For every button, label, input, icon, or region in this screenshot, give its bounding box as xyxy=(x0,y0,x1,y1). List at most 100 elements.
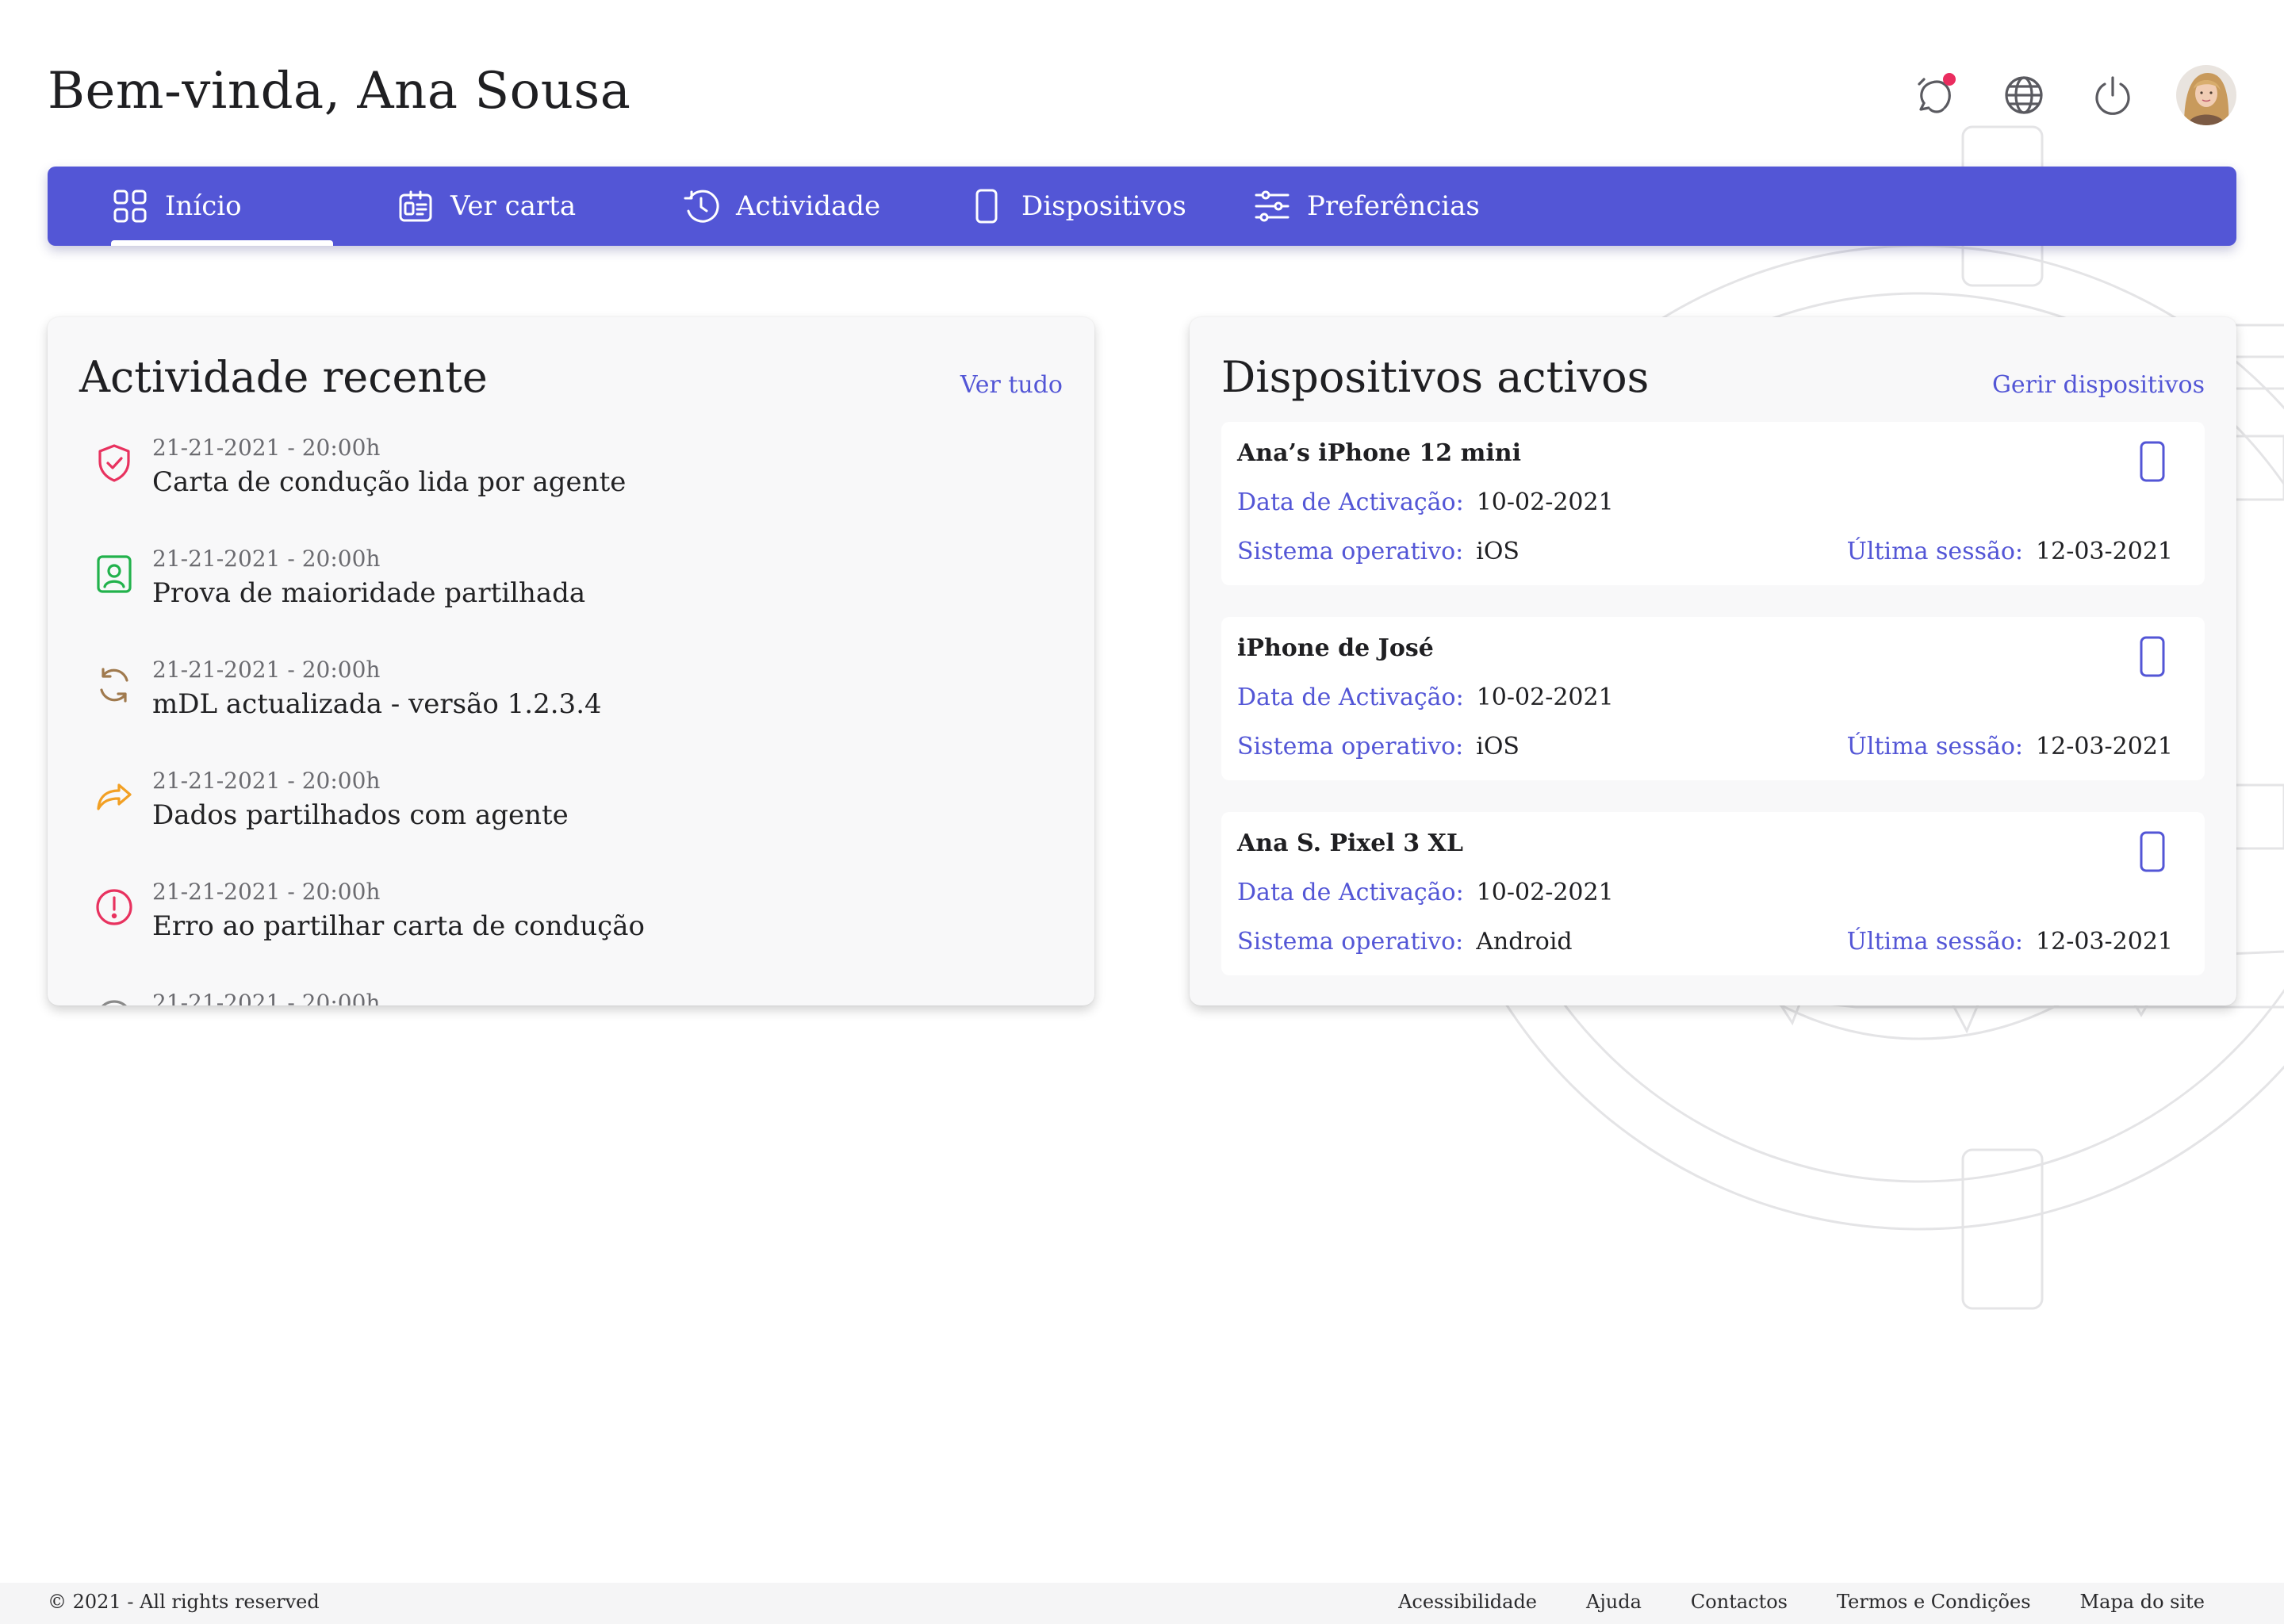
smartphone-icon xyxy=(2132,439,2173,484)
last-session-row: Última sessão: 12-03-2021 xyxy=(1847,733,2173,760)
history-icon xyxy=(684,190,719,223)
active-tab-indicator xyxy=(111,240,333,246)
device-card[interactable]: iPhone de José Data de Activação: 10-02-2… xyxy=(1221,617,2205,780)
alert-circle-icon xyxy=(92,885,136,929)
activity-text: mDL actualizada - versão 1.2.3.4 xyxy=(152,688,602,720)
activity-date: 21-21-2021 - 20:00h xyxy=(152,879,381,905)
notification-badge xyxy=(1943,73,1956,86)
activation-row: Data de Activação: 10-02-2021 xyxy=(1237,879,1614,906)
activity-text: Prova de maioridade partilhada xyxy=(152,577,586,609)
device-card[interactable]: Ana’s iPhone 12 mini Data de Activação: 1… xyxy=(1221,422,2205,585)
footer-links: Acessibilidade Ajuda Contactos Termos e … xyxy=(1398,1591,2205,1613)
avatar-image xyxy=(2176,65,2236,125)
avatar[interactable] xyxy=(2176,65,2236,125)
device-list: Ana’s iPhone 12 mini Data de Activação: 1… xyxy=(1221,422,2205,1005)
smartphone-icon xyxy=(2132,829,2173,874)
tab-inicio[interactable]: Início xyxy=(111,167,397,246)
smartphone-icon xyxy=(2132,634,2173,679)
os-row: Sistema operativo: Android xyxy=(1237,928,1573,956)
generic-icon xyxy=(92,996,136,1005)
device-name: iPhone de José xyxy=(1237,634,1434,662)
activation-row: Data de Activação: 10-02-2021 xyxy=(1237,684,1614,711)
grid-icon xyxy=(113,190,147,223)
os-row: Sistema operativo: iOS xyxy=(1237,733,1519,760)
device-name: Ana S. Pixel 3 XL xyxy=(1237,829,1463,857)
footer-link-terms[interactable]: Termos e Condições xyxy=(1837,1591,2031,1613)
os-label: Sistema operativo: xyxy=(1237,928,1464,956)
activation-label: Data de Activação: xyxy=(1237,488,1464,516)
manage-devices-link[interactable]: Gerir dispositivos xyxy=(1992,371,2205,399)
see-all-link[interactable]: Ver tudo xyxy=(960,371,1063,399)
activity-date: 21-21-2021 - 20:00h xyxy=(152,435,381,461)
activation-value: 10-02-2021 xyxy=(1476,879,1614,906)
device-card[interactable]: Ana S. Pixel 3 XL Data de Activação: 10-0… xyxy=(1221,812,2205,975)
activity-item[interactable]: 21-21-2021 - 20:00h mDL actualizada - ve… xyxy=(79,657,1063,768)
activation-row: Data de Activação: 10-02-2021 xyxy=(1237,488,1614,516)
activation-value: 10-02-2021 xyxy=(1476,488,1614,516)
activation-value: 10-02-2021 xyxy=(1476,684,1614,711)
activity-date: 21-21-2021 - 20:00h xyxy=(152,768,381,794)
copyright-text: © 2021 - All rights reserved xyxy=(48,1591,320,1613)
activity-item[interactable]: 21-21-2021 - 20:00h Erro ao partilhar ca… xyxy=(79,879,1063,990)
sliders-icon xyxy=(1255,190,1290,222)
activity-text: Erro ao partilhar carta de condução xyxy=(152,910,645,942)
activity-item[interactable]: 21-21-2021 - 20:00h Dados partilhados co… xyxy=(79,768,1063,879)
main-navigation: Início Ver carta Actividade Dispositivos xyxy=(48,167,2236,246)
header-actions xyxy=(1910,56,2236,135)
language-button[interactable] xyxy=(1998,70,2049,121)
last-session-value: 12-03-2021 xyxy=(2036,928,2173,956)
refresh-icon xyxy=(92,663,136,707)
activity-item[interactable]: 21-21-2021 - 20:00h Prova de maioridade … xyxy=(79,546,1063,657)
activity-text: Carta de condução lida por agente xyxy=(152,466,627,498)
os-value: iOS xyxy=(1476,538,1519,565)
activity-date: 21-21-2021 - 20:00h xyxy=(152,546,381,572)
notification-button[interactable] xyxy=(1910,70,1960,121)
footer-link-sitemap[interactable]: Mapa do site xyxy=(2080,1591,2205,1613)
last-session-label: Última sessão: xyxy=(1846,733,2024,760)
last-session-label: Última sessão: xyxy=(1846,928,2024,956)
tab-inicio-label: Início xyxy=(165,190,242,222)
page-title: Bem-vinda, Ana Sousa xyxy=(48,62,631,121)
last-session-label: Última sessão: xyxy=(1846,538,2024,565)
os-value: Android xyxy=(1476,928,1573,956)
activation-label: Data de Activação: xyxy=(1237,684,1464,711)
power-icon xyxy=(2095,76,2130,115)
activity-date: 21-21-2021 - 20:00h xyxy=(152,657,381,683)
last-session-row: Última sessão: 12-03-2021 xyxy=(1847,928,2173,956)
os-value: iOS xyxy=(1476,733,1519,760)
activity-item[interactable]: 21-21-2021 - 20:00h xyxy=(79,990,1063,1005)
share-arrow-icon xyxy=(92,774,136,818)
os-row: Sistema operativo: iOS xyxy=(1237,538,1519,565)
footer-link-contacts[interactable]: Contactos xyxy=(1691,1591,1788,1613)
recent-activity-title: Actividade recente xyxy=(79,352,488,402)
globe-icon xyxy=(2005,76,2043,114)
tab-actividade[interactable]: Actividade xyxy=(682,167,968,246)
tab-dispositivos-label: Dispositivos xyxy=(1021,190,1186,222)
footer-link-accessibility[interactable]: Acessibilidade xyxy=(1398,1591,1537,1613)
tab-dispositivos[interactable]: Dispositivos xyxy=(968,167,1253,246)
smartphone-icon xyxy=(975,189,998,224)
logout-button[interactable] xyxy=(2087,70,2138,121)
user-badge-icon xyxy=(92,552,136,596)
footer-link-help[interactable]: Ajuda xyxy=(1586,1591,1642,1613)
os-label: Sistema operativo: xyxy=(1237,538,1464,565)
activity-text: Dados partilhados com agente xyxy=(152,799,569,831)
id-card-icon xyxy=(399,190,432,222)
last-session-row: Última sessão: 12-03-2021 xyxy=(1847,538,2173,565)
active-devices-title: Dispositivos activos xyxy=(1221,352,1650,402)
tab-ver-carta[interactable]: Ver carta xyxy=(397,167,682,246)
last-session-value: 12-03-2021 xyxy=(2036,733,2173,760)
device-name: Ana’s iPhone 12 mini xyxy=(1237,439,1521,467)
activity-date: 21-21-2021 - 20:00h xyxy=(152,990,381,1005)
active-devices-card: Dispositivos activos Gerir dispositivos … xyxy=(1190,317,2236,1005)
tab-actividade-label: Actividade xyxy=(736,190,881,222)
shield-check-icon xyxy=(92,441,136,485)
tab-preferencias-label: Preferências xyxy=(1307,190,1480,222)
activity-item[interactable]: 21-21-2021 - 20:00h Carta de condução li… xyxy=(79,435,1063,546)
last-session-value: 12-03-2021 xyxy=(2036,538,2173,565)
tab-preferencias[interactable]: Preferências xyxy=(1253,167,1507,246)
activation-label: Data de Activação: xyxy=(1237,879,1464,906)
tab-ver-carta-label: Ver carta xyxy=(450,190,577,222)
page-header: Bem-vinda, Ana Sousa xyxy=(48,56,2236,135)
os-label: Sistema operativo: xyxy=(1237,733,1464,760)
